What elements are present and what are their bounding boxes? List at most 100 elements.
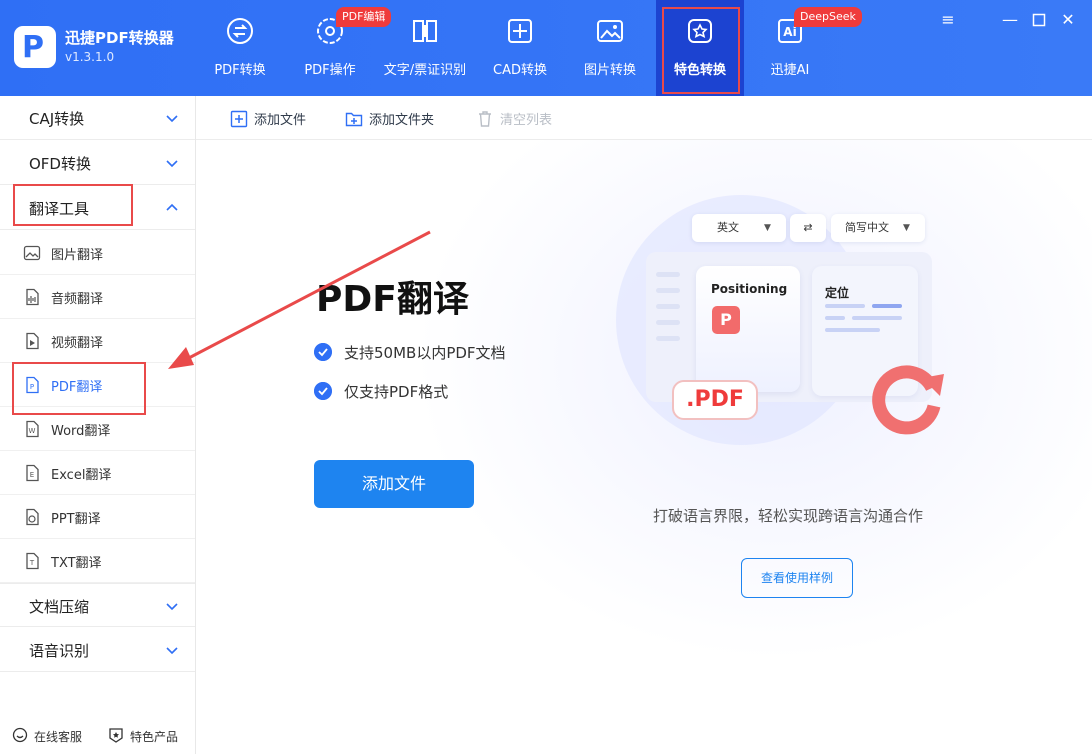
check-circle-icon — [314, 382, 332, 400]
nav-label: CAD转换 — [493, 63, 547, 78]
sidebar-group-speech[interactable]: 语音识别 — [0, 628, 195, 672]
nav-image[interactable]: 图片转换 — [566, 0, 654, 96]
minimize-icon[interactable]: — — [1000, 10, 1020, 30]
image-icon — [597, 20, 623, 42]
chevron-down-icon: ▼ — [764, 223, 771, 233]
line — [656, 272, 680, 277]
swap-icon: ⇄ — [790, 214, 826, 242]
sidebar-item-audio-translate[interactable]: 音频翻译 — [0, 275, 195, 319]
group-label: CAJ转换 — [29, 110, 85, 128]
line — [852, 316, 902, 320]
feature-highlight-box — [662, 7, 740, 94]
group-label: 文档压缩 — [29, 598, 90, 616]
sub-label: TXT翻译 — [51, 556, 102, 571]
sidebar-item-video-translate[interactable]: 视频翻译 — [0, 319, 195, 363]
nav-text-recognize[interactable]: 文字/票证识别 — [376, 0, 474, 96]
source-doc-card: Positioning P — [696, 266, 800, 392]
nav-cad[interactable]: CAD转换 — [476, 0, 564, 96]
sub-label: 音频翻译 — [51, 292, 104, 307]
add-file-main-button[interactable]: 添加文件 — [314, 460, 474, 508]
close-icon[interactable]: ✕ — [1058, 10, 1078, 30]
line — [825, 316, 845, 320]
app-version: v1.3.1.0 — [65, 50, 115, 64]
view-example-button[interactable]: 查看使用样例 — [741, 558, 853, 598]
sidebar-footer: 在线客服 特色产品 — [0, 718, 195, 754]
sidebar-item-image-translate[interactable]: 图片翻译 — [0, 231, 195, 275]
nav-pdf-convert[interactable]: PDF转换 — [196, 0, 284, 96]
featured-label: 特色产品 — [130, 730, 179, 744]
check-circle-icon — [314, 343, 332, 361]
sidebar: CAJ转换 OFD转换 翻译工具 图片翻译 音频翻译 视频翻译 P PDF翻译 … — [0, 96, 196, 754]
tagline: 打破语言界限，轻松实现跨语言沟通合作 — [653, 507, 924, 525]
group-label: OFD转换 — [29, 155, 91, 173]
chevron-down-icon — [166, 160, 178, 168]
audio-translate-icon — [26, 288, 39, 306]
chevron-down-icon: ▼ — [903, 223, 910, 233]
nav-label: PDF转换 — [214, 63, 266, 78]
target-language-select: 简写中文 ▼ — [831, 214, 925, 242]
image-translate-icon — [23, 245, 41, 261]
line — [656, 304, 680, 309]
svg-text:E: E — [30, 471, 34, 479]
clear-list-button[interactable]: 清空列表 — [476, 108, 566, 128]
featured-products-button[interactable]: 特色产品 — [108, 718, 188, 754]
line — [656, 320, 680, 325]
group-label: 语音识别 — [29, 642, 90, 660]
sub-label: PPT翻译 — [51, 512, 101, 527]
text-recognize-icon — [413, 20, 437, 42]
maximize-icon[interactable] — [1029, 10, 1049, 30]
sidebar-item-word-translate[interactable]: W Word翻译 — [0, 407, 195, 451]
excel-translate-icon: E — [26, 464, 39, 482]
sidebar-group-caj[interactable]: CAJ转换 — [0, 96, 195, 140]
line — [656, 336, 680, 341]
clear-list-label: 清空列表 — [500, 113, 553, 128]
chevron-up-icon — [166, 203, 178, 211]
support-label: 在线客服 — [34, 730, 83, 744]
feature-text: 支持50MB以内PDF文档 — [344, 344, 506, 362]
chevron-down-icon — [166, 115, 178, 123]
refresh-icon — [872, 365, 944, 435]
line — [872, 304, 902, 308]
txt-translate-icon: T — [26, 552, 39, 570]
add-file-icon — [230, 110, 248, 128]
headset-icon — [12, 727, 28, 743]
cad-icon — [508, 19, 532, 43]
nav-label: 图片转换 — [583, 63, 636, 78]
main-panel: PDF翻译 支持50MB以内PDF文档 仅支持PDF格式 添加文件 英文 ▼ ⇄… — [196, 140, 1092, 754]
svg-text:T: T — [29, 559, 35, 567]
title-bar: P 迅捷PDF转换器 v1.3.1.0 PDF转换 PDF操作 PDF编辑 文字… — [0, 0, 1092, 96]
page-title: PDF翻译 — [316, 279, 469, 320]
chevron-down-icon — [166, 647, 178, 655]
nav-label: PDF操作 — [304, 63, 356, 78]
add-folder-icon — [345, 112, 363, 127]
trash-icon — [479, 111, 491, 127]
menu-icon[interactable]: ≡ — [938, 10, 958, 30]
add-file-label: 添加文件 — [254, 113, 307, 128]
sidebar-item-txt-translate[interactable]: T TXT翻译 — [0, 539, 195, 583]
svg-text:W: W — [29, 427, 36, 435]
add-folder-button[interactable]: 添加文件夹 — [345, 108, 455, 128]
sidebar-group-ofd[interactable]: OFD转换 — [0, 141, 195, 185]
sidebar-item-excel-translate[interactable]: E Excel翻译 — [0, 451, 195, 495]
pdf-tag: .PDF — [672, 380, 758, 420]
logo-letter: P — [22, 30, 44, 65]
svg-text:Ai: Ai — [783, 25, 796, 39]
add-folder-label: 添加文件夹 — [369, 113, 435, 128]
sidebar-group-compress[interactable]: 文档压缩 — [0, 583, 195, 627]
deepseek-badge: DeepSeek — [794, 7, 862, 27]
card-en-text: Positioning — [711, 282, 788, 296]
ppt-translate-icon — [26, 508, 39, 526]
sidebar-item-ppt-translate[interactable]: PPT翻译 — [0, 495, 195, 539]
target-lang-text: 简写中文 — [845, 221, 889, 234]
sub-label: 视频翻译 — [51, 336, 104, 351]
star-shield-icon — [109, 728, 123, 743]
add-file-button[interactable]: 添加文件 — [230, 108, 320, 128]
pdf-convert-icon — [227, 18, 253, 44]
sub-label: Word翻译 — [51, 424, 111, 439]
video-translate-icon — [26, 332, 39, 350]
word-translate-icon: W — [26, 420, 39, 438]
toolbar: 添加文件 添加文件夹 清空列表 — [196, 96, 1092, 140]
nav-label: 迅捷AI — [770, 63, 810, 78]
online-support-button[interactable]: 在线客服 — [12, 718, 92, 754]
app-logo: P — [14, 26, 56, 68]
